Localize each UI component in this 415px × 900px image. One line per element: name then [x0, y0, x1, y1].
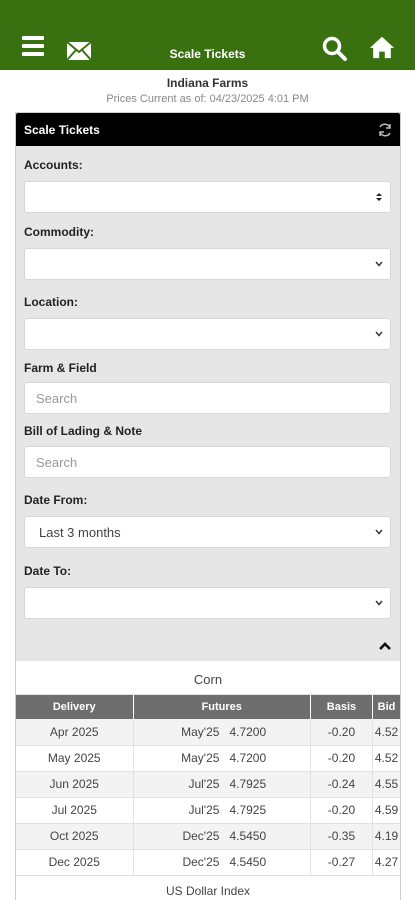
chevron-down-icon — [375, 261, 383, 267]
chevron-down-icon — [375, 331, 383, 337]
accounts-label: Accounts: — [24, 158, 83, 172]
panel-header: Scale Tickets — [16, 113, 400, 146]
basis-cell: -0.27 — [310, 849, 373, 876]
futures-price-cell: 4.7925 — [225, 771, 311, 798]
basis-column-header: Basis — [310, 695, 373, 719]
bid-cell: 4.52 — [372, 719, 400, 746]
accounts-select[interactable] — [24, 181, 391, 213]
date-to-label: Date To: — [24, 564, 72, 578]
futures-month-cell: Jul'25 — [133, 797, 226, 824]
farm-field-search-input[interactable]: Search — [24, 382, 391, 414]
table-row: May 2025 May'25 4.7200 -0.20 4.52 — [16, 745, 400, 772]
date-from-select[interactable]: Last 3 months — [24, 516, 391, 548]
home-icon[interactable] — [369, 34, 395, 60]
futures-column-header: Futures — [133, 695, 311, 719]
corn-bids-table: Delivery Futures Basis Bid Apr 2025 May'… — [16, 695, 400, 876]
date-from-value: Last 3 months — [39, 525, 121, 540]
farm-field-label: Farm & Field — [24, 361, 97, 375]
delivery-cell: Oct 2025 — [16, 823, 134, 850]
chevron-up-icon[interactable] — [378, 641, 392, 651]
futures-month-cell: May'25 — [133, 719, 226, 746]
table-row: Dec 2025 Dec'25 4.5450 -0.27 4.27 — [16, 849, 400, 876]
bill-of-lading-label: Bill of Lading & Note — [24, 424, 142, 438]
scale-tickets-panel: Scale Tickets Accounts: Commodity: Locat… — [15, 112, 401, 900]
us-dollar-index-title: US Dollar Index — [165, 883, 251, 898]
top-bar: Scale Tickets — [0, 0, 415, 70]
delivery-cell: Apr 2025 — [16, 719, 134, 746]
futures-month-cell: Jul'25 — [133, 771, 226, 798]
sort-arrows-icon — [376, 193, 382, 201]
bid-cell: 4.19 — [372, 823, 400, 850]
bid-cell: 4.59 — [372, 797, 400, 824]
table-row: Apr 2025 May'25 4.7200 -0.20 4.52 — [16, 719, 400, 746]
date-to-select[interactable] — [24, 587, 391, 619]
commodity-select[interactable] — [24, 248, 391, 280]
futures-price-cell: 4.5450 — [225, 823, 311, 850]
basis-cell: -0.24 — [310, 771, 373, 798]
delivery-cell: Jun 2025 — [16, 771, 134, 798]
page-title: Scale Tickets — [169, 47, 246, 61]
delivery-cell: Jul 2025 — [16, 797, 134, 824]
basis-cell: -0.20 — [310, 797, 373, 824]
basis-cell: -0.20 — [310, 745, 373, 772]
futures-month-cell: Dec'25 — [133, 849, 226, 876]
refresh-icon[interactable] — [377, 122, 393, 138]
location-select[interactable] — [24, 318, 391, 350]
bid-cell: 4.27 — [372, 849, 400, 876]
basis-cell: -0.20 — [310, 719, 373, 746]
search-icon[interactable] — [322, 36, 348, 62]
location-label: Location: — [24, 295, 78, 309]
futures-price-cell: 4.7925 — [225, 797, 311, 824]
bid-column-header: Bid — [372, 695, 400, 719]
delivery-cell: May 2025 — [16, 745, 134, 772]
table-row: Jul 2025 Jul'25 4.7925 -0.20 4.59 — [16, 797, 400, 824]
bill-of-lading-search-input[interactable]: Search — [24, 446, 391, 478]
date-from-label: Date From: — [24, 493, 88, 507]
prices-current-text: Prices Current as of: 04/23/2025 4:01 PM — [106, 93, 309, 105]
table-row: Oct 2025 Dec'25 4.5450 -0.35 4.19 — [16, 823, 400, 850]
futures-month-cell: May'25 — [133, 745, 226, 772]
basis-cell: -0.35 — [310, 823, 373, 850]
filter-form: Accounts: Commodity: Location: Farm & Fi… — [16, 146, 400, 661]
futures-price-cell: 4.7200 — [225, 745, 311, 772]
delivery-column-header: Delivery — [16, 695, 134, 719]
bid-cell: 4.52 — [372, 745, 400, 772]
company-name: Indiana Farms — [166, 76, 249, 90]
chevron-down-icon — [375, 529, 383, 535]
futures-price-cell: 4.7200 — [225, 719, 311, 746]
chevron-down-icon — [375, 600, 383, 606]
bid-cell: 4.55 — [372, 771, 400, 798]
table-row: Jun 2025 Jul'25 4.7925 -0.24 4.55 — [16, 771, 400, 798]
futures-price-cell: 4.5450 — [225, 849, 311, 876]
futures-month-cell: Dec'25 — [133, 823, 226, 850]
corn-section-title: Corn — [16, 661, 400, 695]
delivery-cell: Dec 2025 — [16, 849, 134, 876]
commodity-label: Commodity: — [24, 225, 94, 239]
table-header-row: Delivery Futures Basis Bid — [16, 695, 400, 719]
panel-title: Scale Tickets — [24, 123, 100, 137]
